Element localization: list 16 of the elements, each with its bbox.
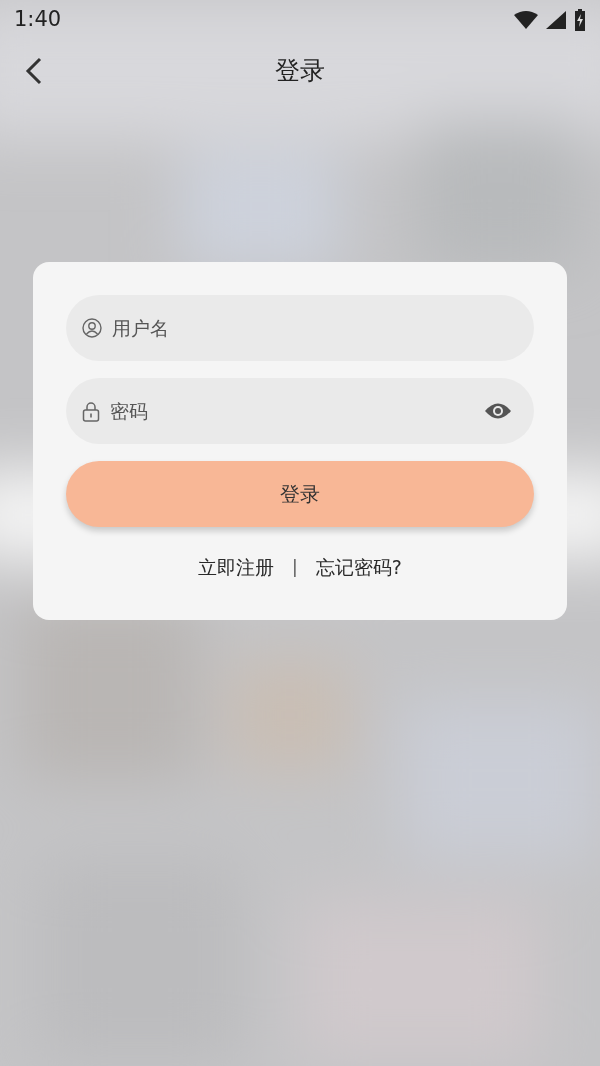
battery-icon <box>574 9 586 31</box>
page-title: 登录 <box>275 55 325 88</box>
text-link[interactable]: 立即注册 <box>198 553 275 582</box>
eye-icon[interactable] <box>484 402 512 420</box>
wifi-icon <box>514 11 538 29</box>
text-link[interactable]: 忘记密码? <box>315 553 402 582</box>
login-button[interactable]: 登录 <box>66 461 534 527</box>
status-time: 1:40 <box>14 6 62 34</box>
user-icon <box>82 318 102 338</box>
signal-icon <box>546 11 566 29</box>
username-field[interactable]: 用户名 <box>66 295 534 361</box>
password-field[interactable]: 密码 <box>66 378 534 444</box>
password-input[interactable]: 密码 <box>108 395 476 427</box>
username-input[interactable]: 用户名 <box>110 312 512 344</box>
separator: | <box>292 555 298 579</box>
lock-icon <box>82 400 100 422</box>
